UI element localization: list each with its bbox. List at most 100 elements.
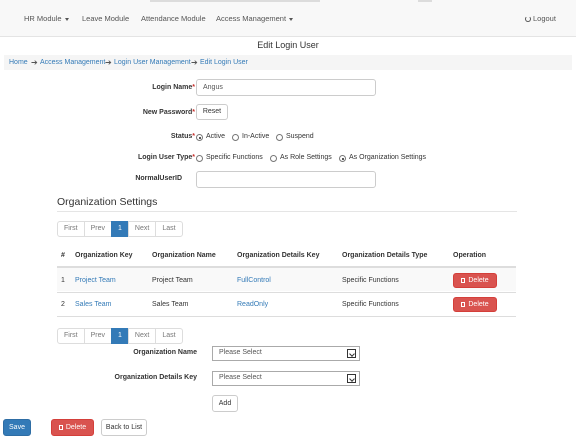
nav-access-management[interactable]: Access Management: [216, 14, 294, 23]
label-text: Login Name: [152, 84, 193, 91]
nav-hr-module[interactable]: HR Module: [24, 14, 69, 23]
row-details-type: Specific Functions: [342, 277, 399, 284]
trash-icon: [58, 425, 63, 430]
table-row: 1 Project Team Project Team FullControl …: [57, 266, 516, 291]
row-delete-button[interactable]: Delete: [453, 297, 497, 312]
row-details-key-link[interactable]: FullControl: [237, 277, 271, 284]
pager-last[interactable]: Last: [155, 328, 183, 344]
login-name-input[interactable]: [196, 79, 376, 96]
pager-first[interactable]: First: [57, 328, 85, 344]
breadcrumb: Home ➔ Access Management ➔ Login User Ma…: [4, 55, 572, 70]
trash-icon: [461, 302, 466, 307]
arrow-right-icon: ➔: [191, 58, 198, 67]
required-mark: *: [192, 154, 195, 161]
required-mark: *: [192, 109, 195, 116]
breadcrumb-login-user-management[interactable]: Login User Management: [114, 59, 191, 66]
delete-label: Delete: [65, 424, 87, 431]
row-org-name: Sales Team: [152, 301, 189, 308]
row-org-name: Project Team: [152, 277, 193, 284]
top-strip: [150, 0, 320, 2]
login-user-type-label: Login User Type*: [138, 154, 195, 161]
col-header-org-key: Organization Key: [75, 252, 133, 259]
row-details-type: Specific Functions: [342, 301, 399, 308]
col-header-details-key: Organization Details Key: [237, 252, 320, 259]
type-organization-settings-label: As Organization Settings: [349, 154, 427, 161]
pagination-bottom: First Prev 1 Next Last: [57, 328, 183, 344]
save-button[interactable]: Save: [3, 419, 31, 436]
delete-label: Delete: [468, 301, 489, 308]
status-inactive-radio[interactable]: [232, 134, 239, 141]
pager-last[interactable]: Last: [155, 221, 183, 237]
trash-icon: [461, 278, 466, 283]
nav-label: HR Module: [24, 14, 62, 23]
type-role-settings-radio[interactable]: [270, 155, 277, 162]
row-delete-button[interactable]: Delete: [453, 273, 497, 288]
nav-leave-module[interactable]: Leave Module: [82, 14, 129, 23]
pager-prev[interactable]: Prev: [83, 221, 113, 237]
table-row: 2 Sales Team Sales Team ReadOnly Specifi…: [57, 292, 516, 317]
arrow-right-icon: ➔: [31, 58, 38, 67]
new-password-label: New Password*: [143, 109, 195, 116]
chevron-down-icon: [347, 374, 356, 383]
nav-label: Attendance Module: [141, 14, 206, 23]
organization-details-key-select[interactable]: Please Select: [212, 371, 360, 386]
status-suspend-radio[interactable]: [276, 134, 283, 141]
nav-label: Leave Module: [82, 14, 130, 23]
login-name-label: Login Name*: [152, 84, 195, 91]
status-label: Status*: [171, 133, 195, 140]
page-title: Edit Login User: [257, 40, 319, 50]
row-num: 1: [61, 277, 65, 284]
nav-attendance-module[interactable]: Attendance Module: [141, 14, 206, 23]
top-navbar: HR Module Leave Module Attendance Module…: [0, 0, 576, 37]
normal-userid-label: NormalUserID: [135, 175, 182, 182]
row-details-key-link[interactable]: ReadOnly: [237, 301, 268, 308]
top-strip-small: [418, 0, 432, 2]
logout-link[interactable]: Logout: [525, 14, 556, 23]
status-inactive-label: In-Active: [242, 133, 270, 140]
select-value: Please Select: [219, 374, 262, 381]
pagination-top: First Prev 1 Next Last: [57, 221, 183, 237]
pager-prev[interactable]: Prev: [83, 328, 113, 344]
label-text: Status: [170, 133, 193, 140]
col-header-operation: Operation: [453, 252, 487, 259]
organization-settings-title: Organization Settings: [57, 196, 158, 208]
reset-password-button[interactable]: Reset: [196, 104, 228, 120]
row-num: 2: [61, 301, 65, 308]
col-header-num: #: [61, 252, 65, 259]
section-divider: [57, 211, 517, 212]
arrow-right-icon: ➔: [105, 58, 112, 67]
status-active-radio[interactable]: [196, 134, 203, 141]
label-text: New Password: [142, 109, 193, 116]
type-specific-functions-radio[interactable]: [196, 155, 203, 162]
pager-page-1[interactable]: 1: [111, 221, 129, 237]
delete-button[interactable]: Delete: [51, 419, 94, 436]
type-organization-settings-radio[interactable]: [339, 155, 346, 162]
add-button[interactable]: Add: [212, 395, 238, 412]
breadcrumb-access-management[interactable]: Access Management: [40, 59, 105, 66]
caret-down-icon: [289, 17, 294, 21]
pager-first[interactable]: First: [57, 221, 85, 237]
delete-label: Delete: [468, 277, 489, 284]
pager-next[interactable]: Next: [127, 328, 157, 344]
back-to-list-button[interactable]: Back to List: [101, 419, 147, 436]
caret-down-icon: [64, 17, 69, 21]
logout-icon: [525, 16, 531, 23]
normal-userid-input[interactable]: [196, 171, 376, 188]
organization-name-label: Organization Name: [133, 349, 197, 356]
pager-page-1[interactable]: 1: [111, 328, 129, 344]
col-header-org-name: Organization Name: [152, 252, 216, 259]
breadcrumb-home[interactable]: Home: [9, 59, 28, 66]
label-text: Login User Type: [137, 154, 193, 161]
pager-next[interactable]: Next: [127, 221, 157, 237]
organization-details-key-label: Organization Details Key: [114, 374, 197, 381]
row-org-key-link[interactable]: Project Team: [75, 277, 116, 284]
logout-label: Logout: [533, 14, 556, 23]
breadcrumb-current: Edit Login User: [200, 59, 248, 66]
type-role-settings-label: As Role Settings: [280, 154, 332, 161]
chevron-down-icon: [347, 349, 356, 358]
required-mark: *: [192, 84, 195, 91]
status-suspend-label: Suspend: [286, 133, 314, 140]
col-header-details-type: Organization Details Type: [342, 252, 428, 259]
organization-name-select[interactable]: Please Select: [212, 346, 360, 361]
row-org-key-link[interactable]: Sales Team: [75, 301, 111, 308]
